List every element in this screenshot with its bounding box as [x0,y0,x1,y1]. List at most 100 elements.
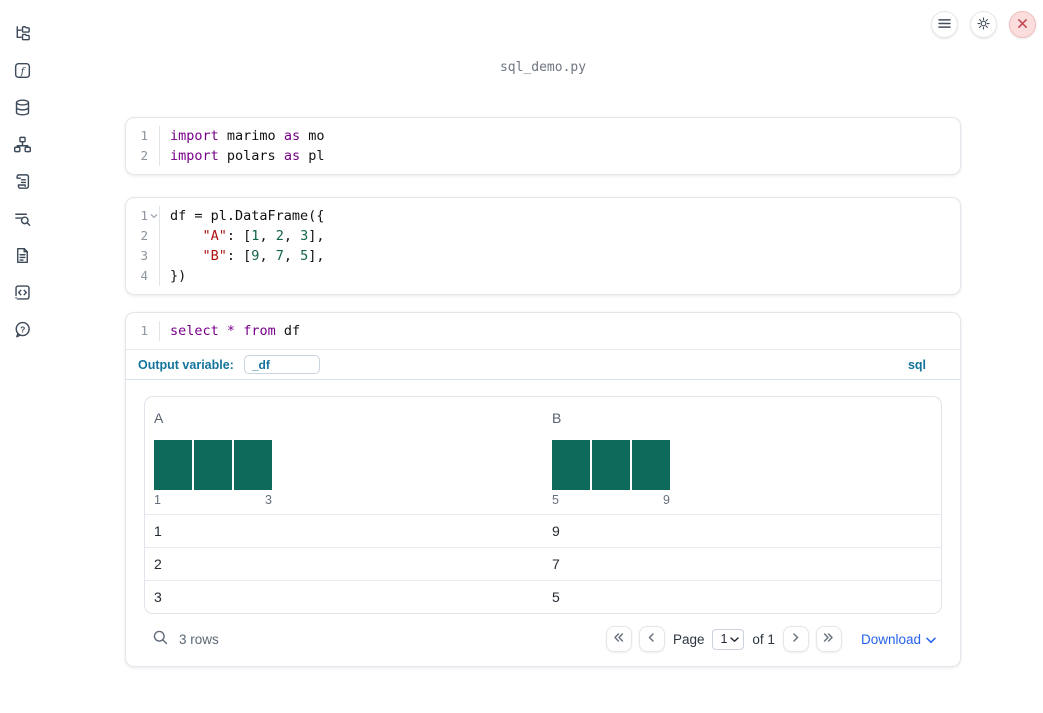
sql-cell: 1 select * from df Output variable: sql A… [125,312,961,667]
row-count: 3 rows [179,631,219,647]
column-name: B [552,410,562,426]
line-number-gutter: 4 [126,266,160,286]
gear-icon [976,16,991,34]
code-line: 4}) [126,266,960,286]
table-row[interactable]: 19 [145,514,941,547]
line-number-gutter: 3 [126,246,160,266]
column-header-b[interactable]: B 59 [543,397,941,514]
code-content: "B": [9, 7, 5], [202,248,325,264]
help-bubble-icon: ? [13,320,32,339]
code-content: "A": [1, 2, 3], [202,228,325,244]
svg-text:f: f [19,65,26,77]
table-cell: 5 [552,589,560,605]
chevrons-right-icon [822,631,835,647]
table-row[interactable]: 35 [145,580,941,613]
fold-chevron-icon[interactable] [148,213,159,219]
language-badge: sql [907,357,926,372]
sql-options-row: Output variable: sql [126,350,960,379]
code-content: import marimo as mo [170,128,325,144]
list-search-icon [13,209,32,228]
download-label: Download [860,631,921,647]
line-number-gutter: 1 [126,206,160,226]
code-content: df = pl.DataFrame({ [170,208,325,224]
code-cell-imports[interactable]: 1 import marimo as mo 2 import polars as pl [125,117,961,175]
column-name: A [154,410,164,426]
pagination: Page 1 of 1 Download [605,626,936,652]
chevron-down-icon [730,632,740,646]
close-icon [1017,17,1028,32]
last-page-button[interactable] [815,626,842,652]
histogram-bar [154,440,192,490]
page-number-select[interactable]: 1 [712,628,745,650]
sidebar-item-outline-search[interactable] [12,208,32,228]
sidebar-item-help[interactable]: ? [12,319,32,339]
table-cell: 7 [552,556,560,572]
file-tree-icon [13,24,32,43]
output-variable-label: Output variable: [138,357,234,372]
cell-editor[interactable]: 1 import marimo as mo 2 import polars as pl [126,118,960,174]
sidebar-item-files[interactable] [12,23,32,43]
histogram-bar [552,440,590,490]
sidebar-item-datasources[interactable] [12,97,32,117]
histogram-bar [234,440,273,490]
sidebar-item-snippets[interactable] [12,282,32,302]
code-line: 2 "A": [1, 2, 3], [126,226,960,246]
dependency-graph-icon [13,135,32,154]
line-number-gutter: 2 [126,146,160,166]
sidebar: f ? [0,0,44,339]
code-line: 2 import polars as pl [126,146,960,166]
scroll-icon [13,172,32,191]
svg-text:?: ? [20,324,25,334]
column-histogram: 59 [552,440,671,508]
page-select-value: 1 [720,632,728,646]
histogram-bar [194,440,232,490]
table-header: A 13 B 59 [145,397,941,514]
histogram-bar [632,440,671,490]
code-cell-dataframe[interactable]: 1 df = pl.DataFrame({ 2 "A": [1, 2, 3], 3 "… [125,197,961,295]
table-cell: 2 [154,556,162,572]
cell-editor[interactable]: 1 df = pl.DataFrame({ 2 "A": [1, 2, 3], 3 "… [126,198,960,294]
code-line: 1 df = pl.DataFrame({ [126,206,960,226]
sidebar-item-logs[interactable] [12,171,32,191]
line-number-gutter: 1 [126,321,160,341]
code-line: 1 select * from df [126,321,960,341]
table-search-button[interactable] [152,629,169,649]
table-row[interactable]: 27 [145,547,941,580]
chevrons-left-icon [612,631,625,647]
sidebar-item-dependency-graph[interactable] [12,134,32,154]
first-page-button[interactable] [605,626,632,652]
output-variable-input[interactable] [243,355,320,374]
table-cell: 9 [552,523,560,539]
chevron-left-icon [645,631,658,647]
page-of-label: of 1 [752,631,775,647]
code-content: select * from df [170,323,301,339]
table-body: 192735 [145,514,941,613]
next-page-button[interactable] [782,626,809,652]
code-line: 3 "B": [9, 7, 5], [126,246,960,266]
prev-page-button[interactable] [638,626,665,652]
code-content: }) [170,268,187,284]
histogram-axis: 59 [552,493,670,507]
table-cell: 3 [154,589,162,605]
download-button[interactable]: Download [861,632,936,647]
settings-button[interactable] [970,11,997,38]
table-footer: 3 rows Page 1 of 1 Download [144,624,942,654]
document-icon [13,246,32,265]
notebook: sql_demo.py 1 import marimo as mo 2 import … [125,0,961,667]
search-icon [152,629,169,649]
table-cell: 1 [154,523,162,539]
dataframe-table: A13B59 192735 [144,396,942,614]
cell-output: A13B59 192735 3 rows Page 1 of 1 Downloa… [126,379,960,666]
column-histogram: 13 [154,440,273,508]
notebook-title: sql_demo.py [499,60,587,75]
histogram-axis: 13 [154,493,272,507]
column-header-a[interactable]: A 13 [145,397,543,514]
shutdown-button[interactable] [1009,11,1036,38]
sidebar-item-documentation[interactable] [12,245,32,265]
sidebar-item-variables[interactable]: f [12,60,32,80]
code-snippet-icon [13,283,32,302]
cell-editor[interactable]: 1 select * from df [126,313,960,349]
histogram-bar [592,440,630,490]
chevron-right-icon [789,631,802,647]
line-number-gutter: 1 [126,126,160,146]
